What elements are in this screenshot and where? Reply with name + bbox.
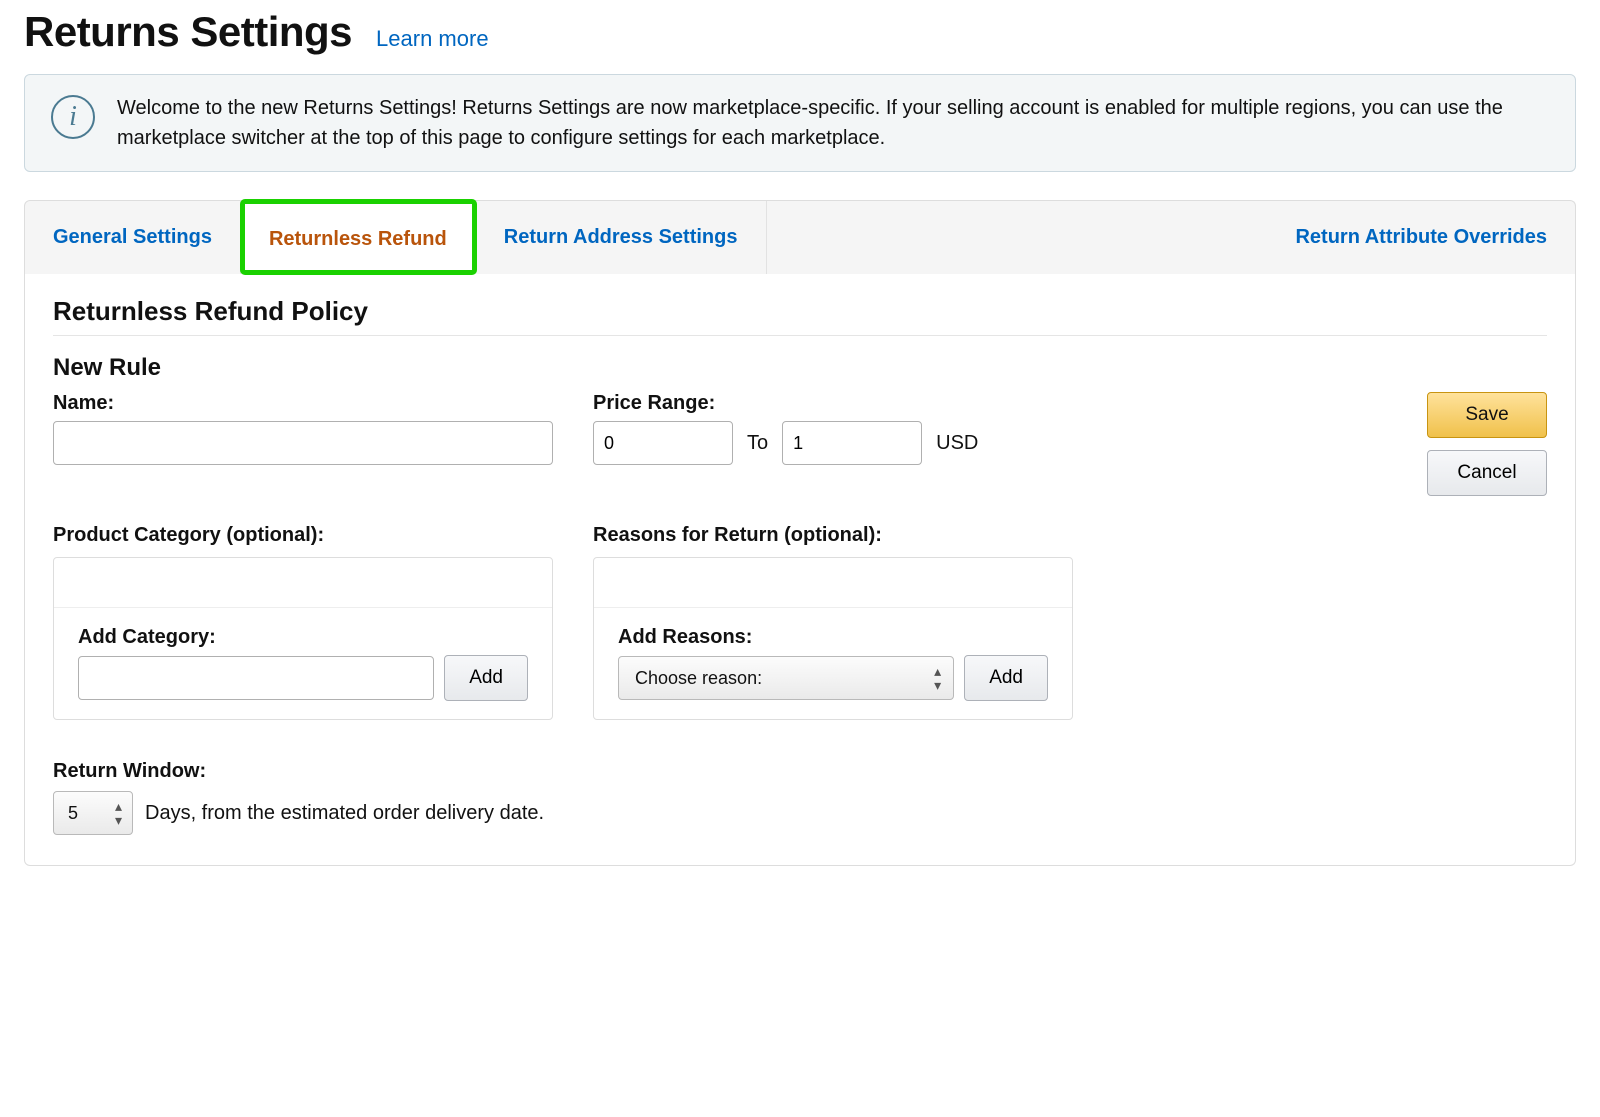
section-heading-new-rule: New Rule (53, 354, 1547, 382)
currency-label: USD (936, 432, 978, 455)
return-window-value: 5 (68, 803, 78, 824)
reasons-box: Add Reasons: Choose reason: ▴▾ Add (593, 557, 1073, 720)
product-category-box: Add Category: Add (53, 557, 553, 720)
return-window-label: Return Window: (53, 760, 1547, 783)
learn-more-link[interactable]: Learn more (376, 26, 489, 52)
chevron-up-down-icon: ▴▾ (934, 664, 941, 692)
tab-return-attribute-overrides[interactable]: Return Attribute Overrides (1267, 201, 1575, 274)
reason-select-value: Choose reason: (635, 668, 762, 689)
tab-spacer (767, 201, 1268, 274)
tab-return-address-settings[interactable]: Return Address Settings (476, 201, 767, 274)
add-reasons-label: Add Reasons: (618, 626, 1048, 649)
name-input[interactable] (53, 421, 553, 465)
tab-general-settings[interactable]: General Settings (25, 201, 241, 274)
add-category-input[interactable] (78, 656, 434, 700)
price-range-label: Price Range: (593, 392, 1073, 415)
cancel-button[interactable]: Cancel (1427, 450, 1547, 496)
reason-select[interactable]: Choose reason: ▴▾ (618, 656, 954, 700)
return-window-tail: Days, from the estimated order delivery … (145, 802, 544, 825)
product-category-list (54, 558, 552, 608)
panel-returnless-refund: Returnless Refund Policy New Rule Name: … (24, 274, 1576, 866)
info-icon: i (51, 95, 95, 139)
add-reason-button[interactable]: Add (964, 655, 1048, 701)
tab-returnless-refund[interactable]: Returnless Refund (241, 200, 476, 274)
section-heading-policy: Returnless Refund Policy (53, 296, 1547, 336)
info-message: Welcome to the new Returns Settings! Ret… (117, 93, 1549, 153)
price-from-input[interactable] (593, 421, 733, 465)
add-category-label: Add Category: (78, 626, 528, 649)
return-window-select[interactable]: 5 ▴▾ (53, 791, 133, 835)
price-to-input[interactable] (782, 421, 922, 465)
name-label: Name: (53, 392, 553, 415)
save-button[interactable]: Save (1427, 392, 1547, 438)
chevron-up-down-icon: ▴▾ (115, 799, 122, 827)
tab-bar: General Settings Returnless Refund Retur… (24, 200, 1576, 274)
page-title: Returns Settings (24, 8, 352, 56)
reasons-label: Reasons for Return (optional): (593, 524, 1073, 547)
price-to-label: To (747, 432, 768, 455)
product-category-label: Product Category (optional): (53, 524, 553, 547)
info-banner: i Welcome to the new Returns Settings! R… (24, 74, 1576, 172)
add-category-button[interactable]: Add (444, 655, 528, 701)
reasons-list (594, 558, 1072, 608)
